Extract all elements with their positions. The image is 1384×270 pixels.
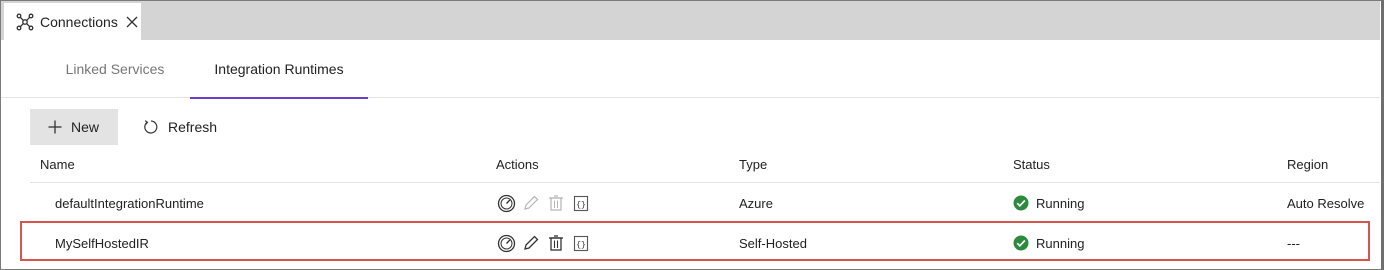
column-header-name[interactable]: Name	[40, 146, 75, 183]
code-icon[interactable]: {}	[571, 233, 591, 253]
check-circle-icon	[1013, 235, 1029, 251]
runtime-region: Auto Resolve	[1287, 195, 1365, 211]
monitor-icon[interactable]	[496, 193, 516, 213]
status-text: Running	[1036, 195, 1085, 211]
new-button-label: New	[71, 119, 100, 135]
subtab-bar: Linked Services Integration Runtimes	[1, 40, 1380, 99]
runtime-type: Self-Hosted	[739, 235, 807, 251]
refresh-button[interactable]: Refresh	[143, 109, 217, 145]
tab-linked-services[interactable]: Linked Services	[41, 40, 189, 98]
refresh-icon	[143, 119, 159, 135]
svg-text:{}: {}	[576, 201, 586, 210]
table-row[interactable]: defaultIntegrationRuntime {} Azure Runni…	[30, 183, 1380, 223]
edit-icon	[521, 193, 541, 213]
column-header-status[interactable]: Status	[1013, 146, 1050, 183]
connections-icon	[16, 13, 34, 31]
delete-icon[interactable]	[546, 233, 566, 253]
runtime-name[interactable]: defaultIntegrationRuntime	[55, 183, 204, 223]
row-actions: {}	[496, 183, 591, 223]
runtime-name[interactable]: MySelfHostedIR	[55, 223, 149, 263]
column-header-region[interactable]: Region	[1287, 146, 1328, 183]
edit-icon[interactable]	[521, 233, 541, 253]
delete-icon	[546, 193, 566, 213]
new-button[interactable]: New	[30, 109, 118, 145]
svg-text:{}: {}	[576, 241, 586, 250]
tab-strip: Connections	[1, 1, 1380, 40]
runtime-type: Azure	[739, 195, 773, 211]
runtime-status: Running	[1013, 223, 1084, 263]
table-row[interactable]: MySelfHostedIR {} Self-Hosted Running --…	[30, 223, 1380, 263]
close-icon[interactable]	[125, 15, 139, 29]
runtime-status: Running	[1013, 183, 1084, 223]
column-header-actions: Actions	[496, 157, 539, 172]
check-circle-icon	[1013, 195, 1029, 211]
code-icon[interactable]: {}	[571, 193, 591, 213]
tab-connections[interactable]: Connections	[4, 3, 141, 40]
table-header: Name Actions Type Status Region	[30, 146, 1380, 183]
row-actions: {}	[496, 223, 591, 263]
plus-icon	[48, 120, 62, 134]
monitor-icon[interactable]	[496, 233, 516, 253]
status-text: Running	[1036, 235, 1085, 251]
tab-integration-runtimes[interactable]: Integration Runtimes	[190, 40, 368, 99]
column-header-type[interactable]: Type	[739, 146, 767, 183]
refresh-button-label: Refresh	[168, 119, 218, 135]
tab-label: Connections	[40, 13, 118, 30]
runtime-region: ---	[1287, 235, 1300, 251]
